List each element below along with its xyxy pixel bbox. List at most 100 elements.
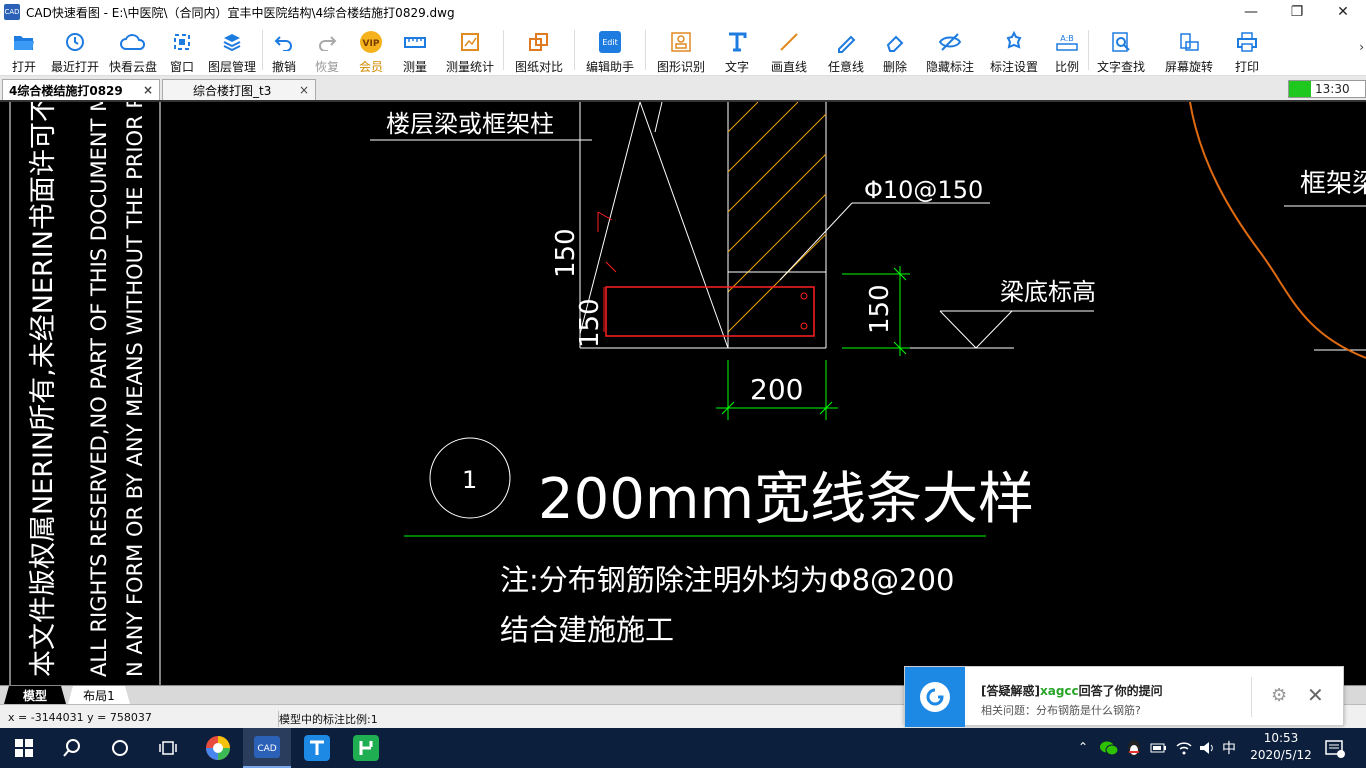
tab-close-icon[interactable]: × [299, 83, 309, 97]
open-button[interactable]: 打开 [2, 24, 46, 76]
print-button[interactable]: 打印 [1225, 24, 1269, 76]
redo-button[interactable]: 恢复 [305, 24, 349, 76]
toolbar-more-icon[interactable]: › [1359, 40, 1364, 54]
tray-expand-icon[interactable]: ⌃ [1078, 740, 1088, 754]
browser-icon[interactable] [194, 728, 242, 768]
shape-recognition-button[interactable]: 图形识别 [646, 24, 716, 76]
notification-popup[interactable]: [答疑解惑]xagcc回答了你的提问 相关问题：分布钢筋是什么钢筋? ⚙ ✕ [904, 666, 1344, 727]
freehand-line-button[interactable]: 任意线 [820, 24, 872, 76]
wifi-icon[interactable] [1175, 740, 1193, 759]
ruler-icon [403, 30, 427, 54]
maximize-button[interactable]: ❐ [1274, 0, 1320, 24]
wechat-tray-icon[interactable] [1100, 740, 1119, 759]
measure-button[interactable]: 测量 [393, 24, 437, 76]
dim-150-b: 150 [575, 298, 605, 348]
notification-related-question[interactable]: 相关问题：分布钢筋是什么钢筋? [981, 702, 1141, 718]
tab-second-drawing[interactable]: 综合楼打图_t3 × [162, 79, 316, 100]
recent-open-button[interactable]: 最近打开 [46, 24, 104, 76]
undo-icon [273, 30, 295, 54]
elevation-marker [939, 310, 1013, 349]
detail-title: 200mm宽线条大样 [538, 467, 1034, 532]
main-toolbar: 打开 最近打开 快看云盘 窗口 图层管理 撤销 恢复 VIP 会员 测量 测量统… [0, 24, 1366, 76]
close-window-button[interactable]: ✕ [1320, 0, 1366, 24]
label-rebar: Φ10@150 [864, 176, 983, 204]
redo-icon [316, 30, 338, 54]
compare-icon [528, 30, 550, 54]
tab-model[interactable]: 模型 [4, 686, 66, 704]
tab-layout1[interactable]: 布局1 [68, 686, 130, 704]
qq-tray-icon[interactable] [1125, 739, 1143, 760]
app-logo-icon: CAD [4, 4, 20, 20]
battery-icon[interactable] [1150, 740, 1168, 759]
undo-button[interactable]: 撤销 [263, 24, 305, 76]
volume-icon[interactable] [1198, 740, 1216, 759]
note-line-2: 结合建施施工 [500, 613, 674, 647]
text-app-icon[interactable] [293, 728, 341, 768]
start-icon[interactable] [0, 728, 48, 768]
window-icon [172, 30, 192, 54]
draw-line-button[interactable]: 画直线 [758, 24, 820, 76]
text-search-button[interactable]: 文字查找 [1089, 24, 1153, 76]
leader-line [779, 202, 853, 281]
label-floor-beam: 楼层梁或框架柱 [386, 110, 554, 138]
scale-button[interactable]: A:B 比例 [1046, 24, 1088, 76]
green-app-icon[interactable] [342, 728, 390, 768]
delete-button[interactable]: 删除 [872, 24, 918, 76]
timer-indicator [1289, 81, 1311, 97]
vertical-copyright-en-1: ALL RIGHTS RESERVED,NO PART OF THIS DOCU… [87, 102, 111, 677]
wall-hatch [727, 102, 827, 333]
rotate-screen-icon [1178, 30, 1200, 54]
minimize-button[interactable]: — [1228, 0, 1274, 24]
measure-stats-button[interactable]: 测量统计 [437, 24, 503, 76]
session-timer: 13:30 [1288, 80, 1366, 98]
cortana-icon[interactable] [96, 728, 144, 768]
rebar-dot [800, 322, 808, 330]
label-beam-bottom: 梁底标高 [1000, 278, 1096, 306]
tab-close-icon[interactable]: × [143, 83, 153, 97]
freehand-icon [835, 30, 857, 54]
svg-text:Edit: Edit [602, 38, 618, 47]
eraser-icon [884, 30, 906, 54]
system-clock[interactable]: 10:53 2020/5/12 [1248, 730, 1314, 764]
ime-indicator[interactable]: 中 [1222, 738, 1236, 758]
vip-button[interactable]: VIP 会员 [349, 24, 393, 76]
edit-assistant-button[interactable]: Edit 编辑助手 [575, 24, 645, 76]
layers-icon [221, 30, 243, 54]
cad-drawing: 本文件版权属NERIN所有,未经NERIN书面许可不准复制 ALL RIGHTS… [9, 102, 1366, 685]
gear-icon[interactable]: ⚙ [1271, 685, 1287, 706]
annotation-settings-button[interactable]: 标注设置 [982, 24, 1046, 76]
cloud-icon [120, 30, 146, 54]
svg-text:A:B: A:B [1060, 34, 1074, 43]
notification-user: xagcc [1039, 684, 1079, 698]
screen-rotate-button[interactable]: 屏幕旋转 [1153, 24, 1225, 76]
detail-number: 1 [462, 466, 477, 494]
rebar-cage [605, 286, 815, 337]
close-icon[interactable]: ✕ [1307, 683, 1324, 707]
cad-viewer-icon[interactable]: CAD [243, 728, 291, 768]
notification-app-icon [905, 667, 965, 727]
cursor-coordinates: x = -3144031 y = 758037 [8, 711, 152, 724]
drawing-canvas[interactable]: 本文件版权属NERIN所有,未经NERIN书面许可不准复制 ALL RIGHTS… [0, 102, 1366, 685]
tab-label: 4综合楼结施打0829 [9, 83, 123, 98]
rebar-dot [800, 292, 808, 300]
orange-curve [1189, 102, 1366, 359]
vip-icon: VIP [358, 30, 384, 54]
drawing-compare-button[interactable]: 图纸对比 [504, 24, 574, 76]
cloud-disk-button[interactable]: 快看云盘 [104, 24, 162, 76]
hide-annotation-button[interactable]: 隐藏标注 [918, 24, 982, 76]
window-button[interactable]: 窗口 [162, 24, 202, 76]
title-bar: CAD CAD快速看图 - E:\中医院\（合同内）宜丰中医院结构\4综合楼结施… [0, 0, 1366, 24]
layer-manager-button[interactable]: 图层管理 [202, 24, 262, 76]
task-view-icon[interactable] [144, 728, 192, 768]
notification-center-icon[interactable] [1325, 740, 1345, 761]
line-icon [778, 30, 800, 54]
text-button[interactable]: 文字 [716, 24, 758, 76]
text-icon [726, 30, 748, 54]
note-line-1: 注:分布钢筋除注明外均为Φ8@200 [500, 563, 954, 597]
search-icon[interactable] [48, 728, 96, 768]
tab-active-drawing[interactable]: 4综合楼结施打0829 × [2, 79, 160, 100]
windows-taskbar: CAD ⌃ 中 10:53 2020/5/12 [0, 728, 1366, 768]
dim-200: 200 [750, 373, 803, 406]
text-search-icon [1110, 30, 1132, 54]
label-frame-beam: 框架梁 [1300, 169, 1366, 199]
